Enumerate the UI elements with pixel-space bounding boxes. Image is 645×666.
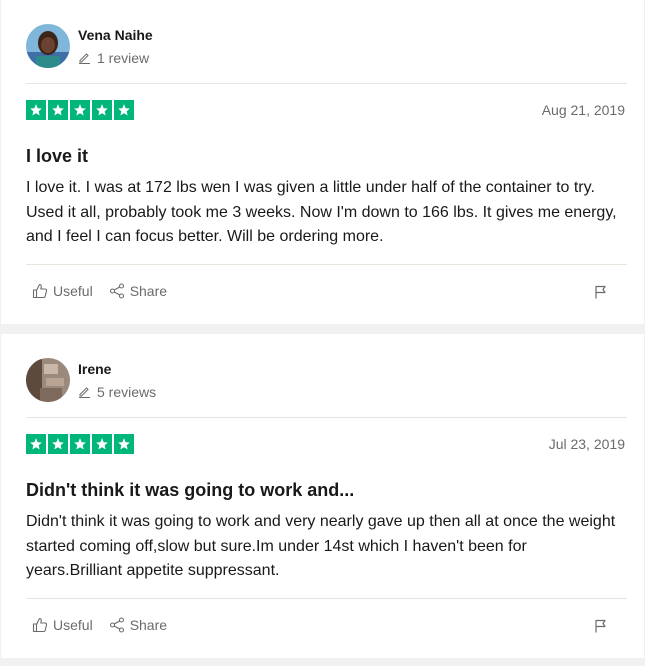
pencil-icon (79, 387, 90, 398)
useful-label: Useful (53, 617, 93, 633)
review-title[interactable]: Didn't think it was going to work and... (26, 479, 354, 501)
flag-icon (595, 619, 606, 633)
star-icon (48, 100, 68, 120)
share-label: Share (129, 283, 168, 299)
review-count: 5 reviews (78, 384, 156, 400)
star-icon (26, 434, 46, 454)
review-actions: Useful Share (32, 283, 167, 299)
useful-button[interactable]: Useful (32, 283, 93, 299)
divider (26, 264, 627, 265)
review-body: Didn't think it was going to work and ve… (26, 513, 616, 579)
share-button[interactable]: Share (109, 617, 167, 633)
divider (26, 83, 627, 84)
star-icon (114, 100, 134, 120)
review-date: Aug 21, 2019 (541, 102, 625, 118)
review-count: 1 review (78, 50, 153, 66)
review-actions: Useful Share (32, 617, 167, 633)
flag-icon (595, 285, 606, 299)
divider (26, 417, 627, 418)
share-icon (109, 283, 124, 299)
review-card: Irene 5 reviews Jul 23, 2019 Didn't thin… (1, 334, 644, 658)
useful-label: Useful (53, 283, 93, 299)
divider (26, 598, 627, 599)
star-rating (26, 434, 134, 454)
star-icon (26, 100, 46, 120)
useful-button[interactable]: Useful (32, 617, 93, 633)
reviewer-header: Vena Naihe 1 review (26, 24, 153, 68)
star-rating (26, 100, 134, 120)
flag-button[interactable] (594, 619, 607, 638)
review-title[interactable]: I love it (26, 145, 88, 167)
pencil-icon (79, 53, 90, 64)
star-icon (48, 434, 68, 454)
review-count-label: 5 reviews (97, 383, 157, 400)
reviewer-header: Irene 5 reviews (26, 358, 156, 402)
reviewer-name[interactable]: Vena Naihe (78, 27, 153, 44)
star-icon (114, 434, 134, 454)
share-button[interactable]: Share (109, 283, 167, 299)
avatar[interactable] (26, 358, 70, 402)
avatar[interactable] (26, 24, 70, 68)
reviewer-name[interactable]: Irene (78, 361, 156, 378)
review-card: Vena Naihe 1 review Aug 21, 2019 I love … (1, 0, 644, 324)
share-label: Share (129, 617, 168, 633)
star-icon (70, 100, 90, 120)
share-icon (109, 617, 124, 633)
star-icon (92, 434, 112, 454)
star-icon (70, 434, 90, 454)
flag-button[interactable] (594, 285, 607, 304)
review-date: Jul 23, 2019 (548, 436, 625, 452)
review-body: I love it. I was at 172 lbs wen I was gi… (26, 179, 617, 245)
thumbs-up-icon (32, 283, 48, 299)
thumbs-up-icon (32, 617, 48, 633)
star-icon (92, 100, 112, 120)
review-count-label: 1 review (97, 49, 150, 66)
